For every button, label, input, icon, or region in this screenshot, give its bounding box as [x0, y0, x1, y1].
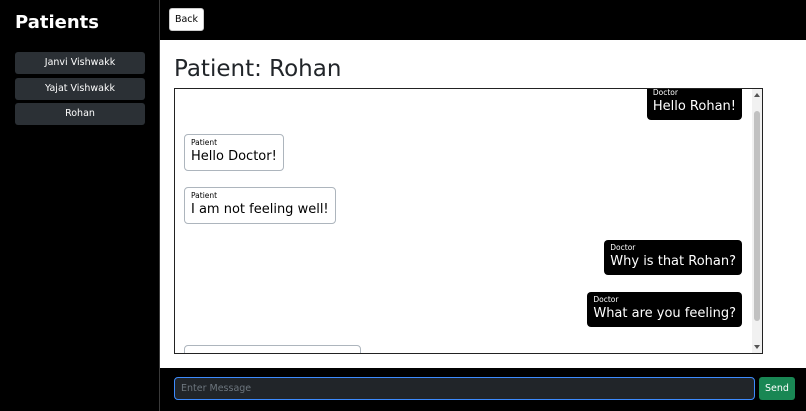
back-button[interactable]: Back [169, 8, 204, 31]
message-text: Why is that Rohan? [610, 254, 736, 269]
message-sender: Doctor [610, 243, 636, 252]
message-sender: Doctor [593, 295, 619, 304]
page-title: Patient: Rohan [174, 56, 342, 82]
chat-history[interactable]: Doctor Hello Rohan! Patient Hello Doctor… [174, 88, 763, 354]
message-text: Hello Rohan! [652, 99, 736, 114]
message-sender: Doctor [652, 88, 678, 97]
message-composer: Send [160, 368, 806, 411]
chat-scrollbar[interactable] [752, 89, 762, 353]
message-bubble-doctor: Doctor What are you feeling? [587, 292, 742, 327]
main-panel: Patient: Rohan Doctor Hello Rohan! Patie… [160, 40, 806, 368]
sidebar: Patients Janvi Vishwakk Yajat Vishwakk R… [0, 0, 160, 411]
message-bubble-patient: Patient I am not feeling well! [184, 187, 336, 224]
top-bar: Back [160, 0, 806, 40]
scrollbar-thumb[interactable] [754, 111, 760, 321]
message-text: I am not feeling well! [191, 202, 329, 217]
message-bubble-doctor: Doctor Why is that Rohan? [604, 240, 742, 275]
app-window: Patients Janvi Vishwakk Yajat Vishwakk R… [0, 0, 806, 411]
message-text: What are you feeling? [593, 306, 736, 321]
message-input[interactable] [174, 377, 755, 400]
patient-list: Janvi Vishwakk Yajat Vishwakk Rohan [15, 52, 145, 129]
message-sender: Patient [191, 138, 218, 147]
message-bubble-doctor: Doctor Hello Rohan! [646, 88, 742, 120]
scroll-down-arrow-icon[interactable] [754, 345, 760, 349]
message-sender: Patient [191, 191, 218, 200]
sidebar-item-yajat-vishwakk[interactable]: Yajat Vishwakk [15, 77, 145, 100]
sidebar-item-janvi-vishwakk[interactable]: Janvi Vishwakk [15, 52, 145, 74]
send-button[interactable]: Send [759, 377, 795, 400]
sidebar-title: Patients [15, 12, 99, 33]
message-bubble-partial [184, 345, 361, 353]
sidebar-item-rohan[interactable]: Rohan [15, 103, 145, 125]
scroll-up-arrow-icon[interactable] [754, 93, 760, 97]
message-text: Hello Doctor! [191, 149, 277, 164]
message-bubble-patient: Patient Hello Doctor! [184, 134, 284, 171]
